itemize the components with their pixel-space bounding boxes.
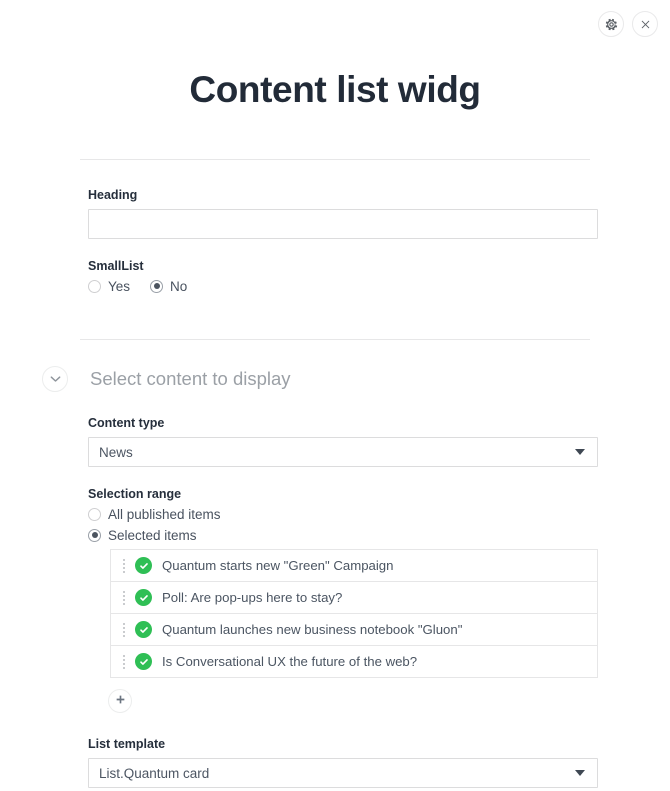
item-title: Quantum starts new "Green" Campaign	[162, 558, 393, 573]
content-type-value: News	[99, 445, 133, 460]
selection-range-radio-group: All published items Selected items	[88, 508, 598, 542]
drag-handle-icon[interactable]	[119, 655, 129, 669]
content-type-field-group: Content type News	[88, 416, 598, 467]
gear-icon	[605, 18, 618, 31]
chevron-down-icon	[575, 449, 585, 455]
heading-input[interactable]	[88, 209, 598, 239]
table-row[interactable]: Poll: Are pop-ups here to stay?	[111, 582, 597, 614]
drag-handle-icon[interactable]	[119, 623, 129, 637]
radio-label: Selected items	[108, 529, 197, 543]
radio-label: All published items	[108, 508, 221, 522]
smalllist-radio-group: Yes No	[88, 280, 598, 294]
table-row[interactable]: Is Conversational UX the future of the w…	[111, 646, 597, 678]
selected-items-list: Quantum starts new "Green" Campaign Poll…	[110, 549, 598, 678]
close-button[interactable]	[632, 11, 658, 37]
item-title: Quantum launches new business notebook "…	[162, 622, 462, 637]
radio-circle-selected-icon	[150, 280, 163, 293]
item-title: Poll: Are pop-ups here to stay?	[162, 590, 342, 605]
section-title: Select content to display	[90, 368, 291, 390]
check-circle-icon	[135, 621, 152, 638]
smalllist-field-group: SmallList Yes No	[88, 259, 598, 294]
radio-selected-items[interactable]: Selected items	[88, 529, 598, 543]
chevron-down-icon	[50, 370, 61, 388]
drag-handle-icon[interactable]	[119, 559, 129, 573]
selection-range-label: Selection range	[88, 487, 598, 501]
radio-circle-icon	[88, 280, 101, 293]
add-item-button-wrap	[108, 689, 670, 713]
radio-smalllist-no[interactable]: No	[150, 280, 187, 294]
radio-circle-icon	[88, 508, 101, 521]
radio-label: Yes	[108, 280, 130, 294]
content-type-label: Content type	[88, 416, 598, 430]
table-row[interactable]: Quantum launches new business notebook "…	[111, 614, 597, 646]
dialog-body: Heading SmallList Yes No Select con	[0, 160, 670, 789]
window-controls	[598, 11, 658, 37]
heading-label: Heading	[88, 188, 598, 202]
select-content-section-header[interactable]: Select content to display	[42, 366, 670, 392]
check-circle-icon	[135, 653, 152, 670]
list-template-field-group: List template List.Quantum card	[88, 737, 598, 788]
list-template-select[interactable]: List.Quantum card	[88, 758, 598, 788]
page-title: Content list widg	[0, 0, 670, 111]
check-circle-icon	[135, 589, 152, 606]
drag-handle-icon[interactable]	[119, 591, 129, 605]
content-type-select[interactable]: News	[88, 437, 598, 467]
chevron-down-icon	[575, 770, 585, 776]
add-item-button[interactable]	[108, 689, 132, 713]
selection-range-field-group: Selection range All published items Sele…	[88, 487, 598, 542]
radio-smalllist-yes[interactable]: Yes	[88, 280, 130, 294]
heading-field-group: Heading	[88, 188, 598, 239]
list-template-label: List template	[88, 737, 598, 751]
list-template-value: List.Quantum card	[99, 766, 209, 781]
radio-all-published-items[interactable]: All published items	[88, 508, 598, 522]
smalllist-label: SmallList	[88, 259, 598, 273]
plus-icon	[115, 692, 126, 710]
section-toggle-button[interactable]	[42, 366, 68, 392]
check-circle-icon	[135, 557, 152, 574]
divider-middle	[80, 339, 590, 340]
table-row[interactable]: Quantum starts new "Green" Campaign	[111, 550, 597, 582]
radio-circle-selected-icon	[88, 529, 101, 542]
settings-button[interactable]	[598, 11, 624, 37]
radio-label: No	[170, 280, 187, 294]
close-icon	[640, 19, 651, 30]
item-title: Is Conversational UX the future of the w…	[162, 654, 417, 669]
